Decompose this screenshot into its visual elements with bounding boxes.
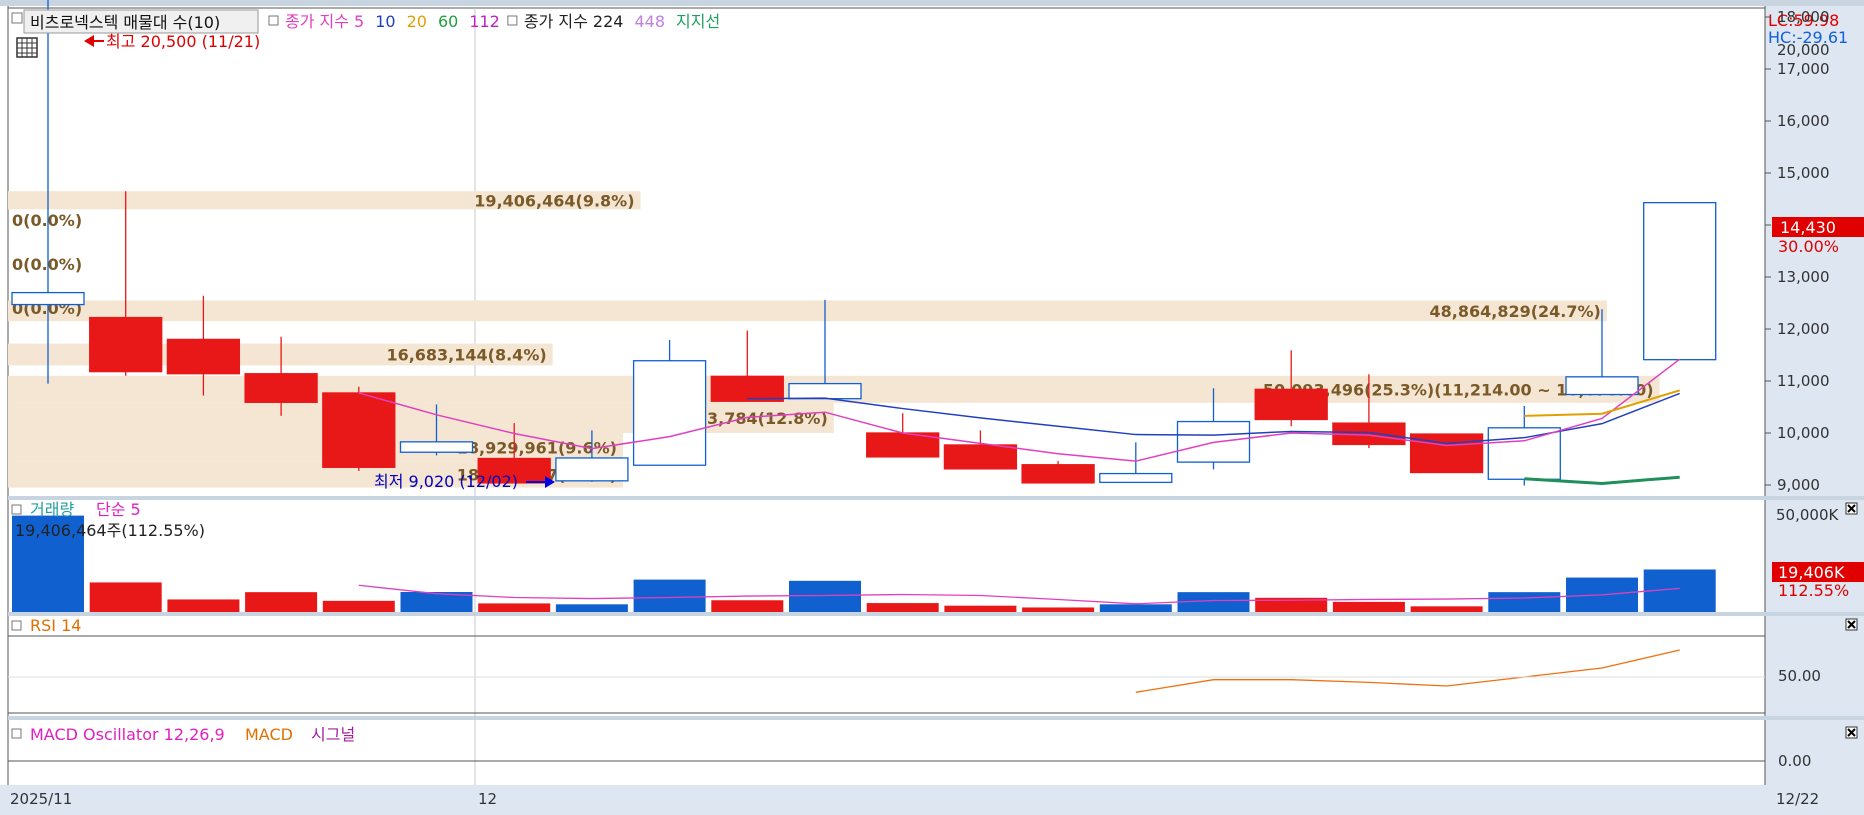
volume-bar	[1332, 601, 1405, 612]
min-price-label: 최저 9,020 (12/02)	[374, 472, 518, 491]
volume-bar	[89, 582, 162, 612]
x-label-end: 12/22	[1776, 790, 1819, 808]
volume-menu-icon[interactable]	[11, 504, 22, 515]
y-tick-label: 15,000	[1777, 164, 1830, 182]
candle-body	[1487, 427, 1561, 480]
candle-body	[1254, 388, 1328, 421]
rsi-title: RSI 14	[30, 616, 81, 635]
volume-title: 거래량	[30, 500, 74, 519]
volume-bar	[1099, 604, 1172, 612]
panel-menu-icon[interactable]	[11, 12, 23, 24]
candle-body	[166, 338, 241, 375]
volume-bar	[478, 603, 551, 612]
macd-y-tick: 0.00	[1778, 752, 1811, 770]
candle-body	[322, 392, 396, 468]
macd-label: MACD	[245, 725, 293, 744]
candle-body	[788, 382, 862, 400]
legend-menu-icon[interactable]	[507, 15, 518, 26]
volume-ma-label: 단순 5	[96, 500, 141, 519]
legend-item[interactable]: 10	[375, 12, 395, 31]
volume-info: 19,406,464주(112.55%)	[15, 521, 205, 540]
legend-item[interactable]: 112	[469, 12, 500, 31]
candle-body	[1021, 464, 1095, 484]
candle-body	[1565, 376, 1639, 396]
indicator-legend: 종가 지수 5 10 20 60 112 종가 지수 224 448 지지선	[268, 12, 720, 31]
max-price-label: 최고 20,500 (11/21)	[106, 32, 260, 51]
y-tick-label: 13,000	[1777, 268, 1830, 286]
current-pct: 30.00%	[1778, 237, 1839, 256]
legend-item[interactable]: 60	[438, 12, 458, 31]
profile-band	[8, 300, 1607, 322]
profile-zero-label: 0(0.0%)	[12, 211, 82, 230]
legend-item[interactable]: 20	[407, 12, 427, 31]
legend-menu-icon[interactable]	[268, 15, 279, 26]
volume-close-icon[interactable]	[1845, 502, 1858, 515]
volume-bar	[866, 603, 939, 612]
profile-band-label: 48,864,829(24.7%)	[1430, 302, 1601, 321]
volume-bar	[1488, 592, 1561, 612]
legend-item[interactable]: 종가 지수 224	[524, 12, 624, 31]
candle-body	[943, 444, 1018, 470]
table-icon[interactable]	[16, 37, 38, 58]
macd-menu-icon[interactable]	[11, 728, 22, 739]
candle-body	[11, 291, 85, 306]
y-tick-label: 18,000	[1777, 8, 1830, 26]
candle-body	[555, 457, 629, 482]
rsi-menu-icon[interactable]	[11, 620, 22, 631]
volume-bar	[711, 600, 784, 612]
rsi-close-icon[interactable]	[1845, 618, 1858, 631]
y-tick-label: 10,000	[1777, 424, 1830, 442]
volume-current-pct: 112.55%	[1778, 581, 1849, 600]
y-tick-label: 9,000	[1777, 476, 1820, 494]
profile-band-label: 19,406,464(9.8%)	[474, 191, 634, 210]
macd-close-icon[interactable]	[1845, 726, 1858, 739]
legend-item[interactable]: 지지선	[676, 12, 720, 31]
volume-current: 19,406K	[1778, 563, 1845, 582]
candle-body	[1099, 472, 1173, 484]
volume-bar	[1410, 606, 1483, 612]
x-label-start: 2025/11	[10, 790, 72, 808]
candle-body	[89, 316, 163, 373]
volume-y-tick: 50,000K	[1776, 506, 1839, 524]
volume-bar	[1022, 607, 1095, 612]
y-tick-label: 17,000	[1777, 60, 1830, 78]
candle-body	[1643, 201, 1717, 361]
profile-band-label: 16,683,144(8.4%)	[386, 345, 546, 364]
volume-bar	[322, 600, 395, 612]
profile-zero-label: 0(0.0%)	[12, 255, 82, 274]
volume-bar	[167, 599, 240, 612]
volume-bar	[245, 592, 318, 612]
y-tick-label: 11,000	[1777, 372, 1830, 390]
rsi-y-tick: 50.00	[1778, 667, 1821, 685]
y-tick-label: 16,000	[1777, 112, 1830, 130]
legend-item[interactable]: 종가 지수 5	[285, 12, 364, 31]
volume-bar	[633, 579, 706, 612]
chart-title: 비츠로넥스텍 매물대 수(10)	[30, 13, 220, 32]
y-tick-label: 12,000	[1777, 320, 1830, 338]
volume-bar	[944, 605, 1017, 612]
y-tick-partial: 20,000	[1777, 41, 1830, 59]
x-label-month: 12	[478, 790, 497, 808]
candle-body	[632, 360, 707, 466]
legend-item[interactable]: 448	[634, 12, 665, 31]
candle-body	[710, 375, 784, 402]
volume-bar	[555, 604, 628, 612]
current-price: 14,430	[1780, 218, 1836, 237]
macd-title: MACD Oscillator 12,26,9	[30, 725, 225, 744]
candle-body	[244, 373, 318, 403]
x-axis-panel	[0, 785, 1864, 815]
stock-chart: 19,406,464(9.8%) 48,864,829(24.7%) 16,683,…	[0, 0, 1864, 815]
signal-label: 시그널	[311, 725, 355, 744]
volume-bar	[789, 580, 861, 612]
candle-body	[399, 441, 474, 453]
